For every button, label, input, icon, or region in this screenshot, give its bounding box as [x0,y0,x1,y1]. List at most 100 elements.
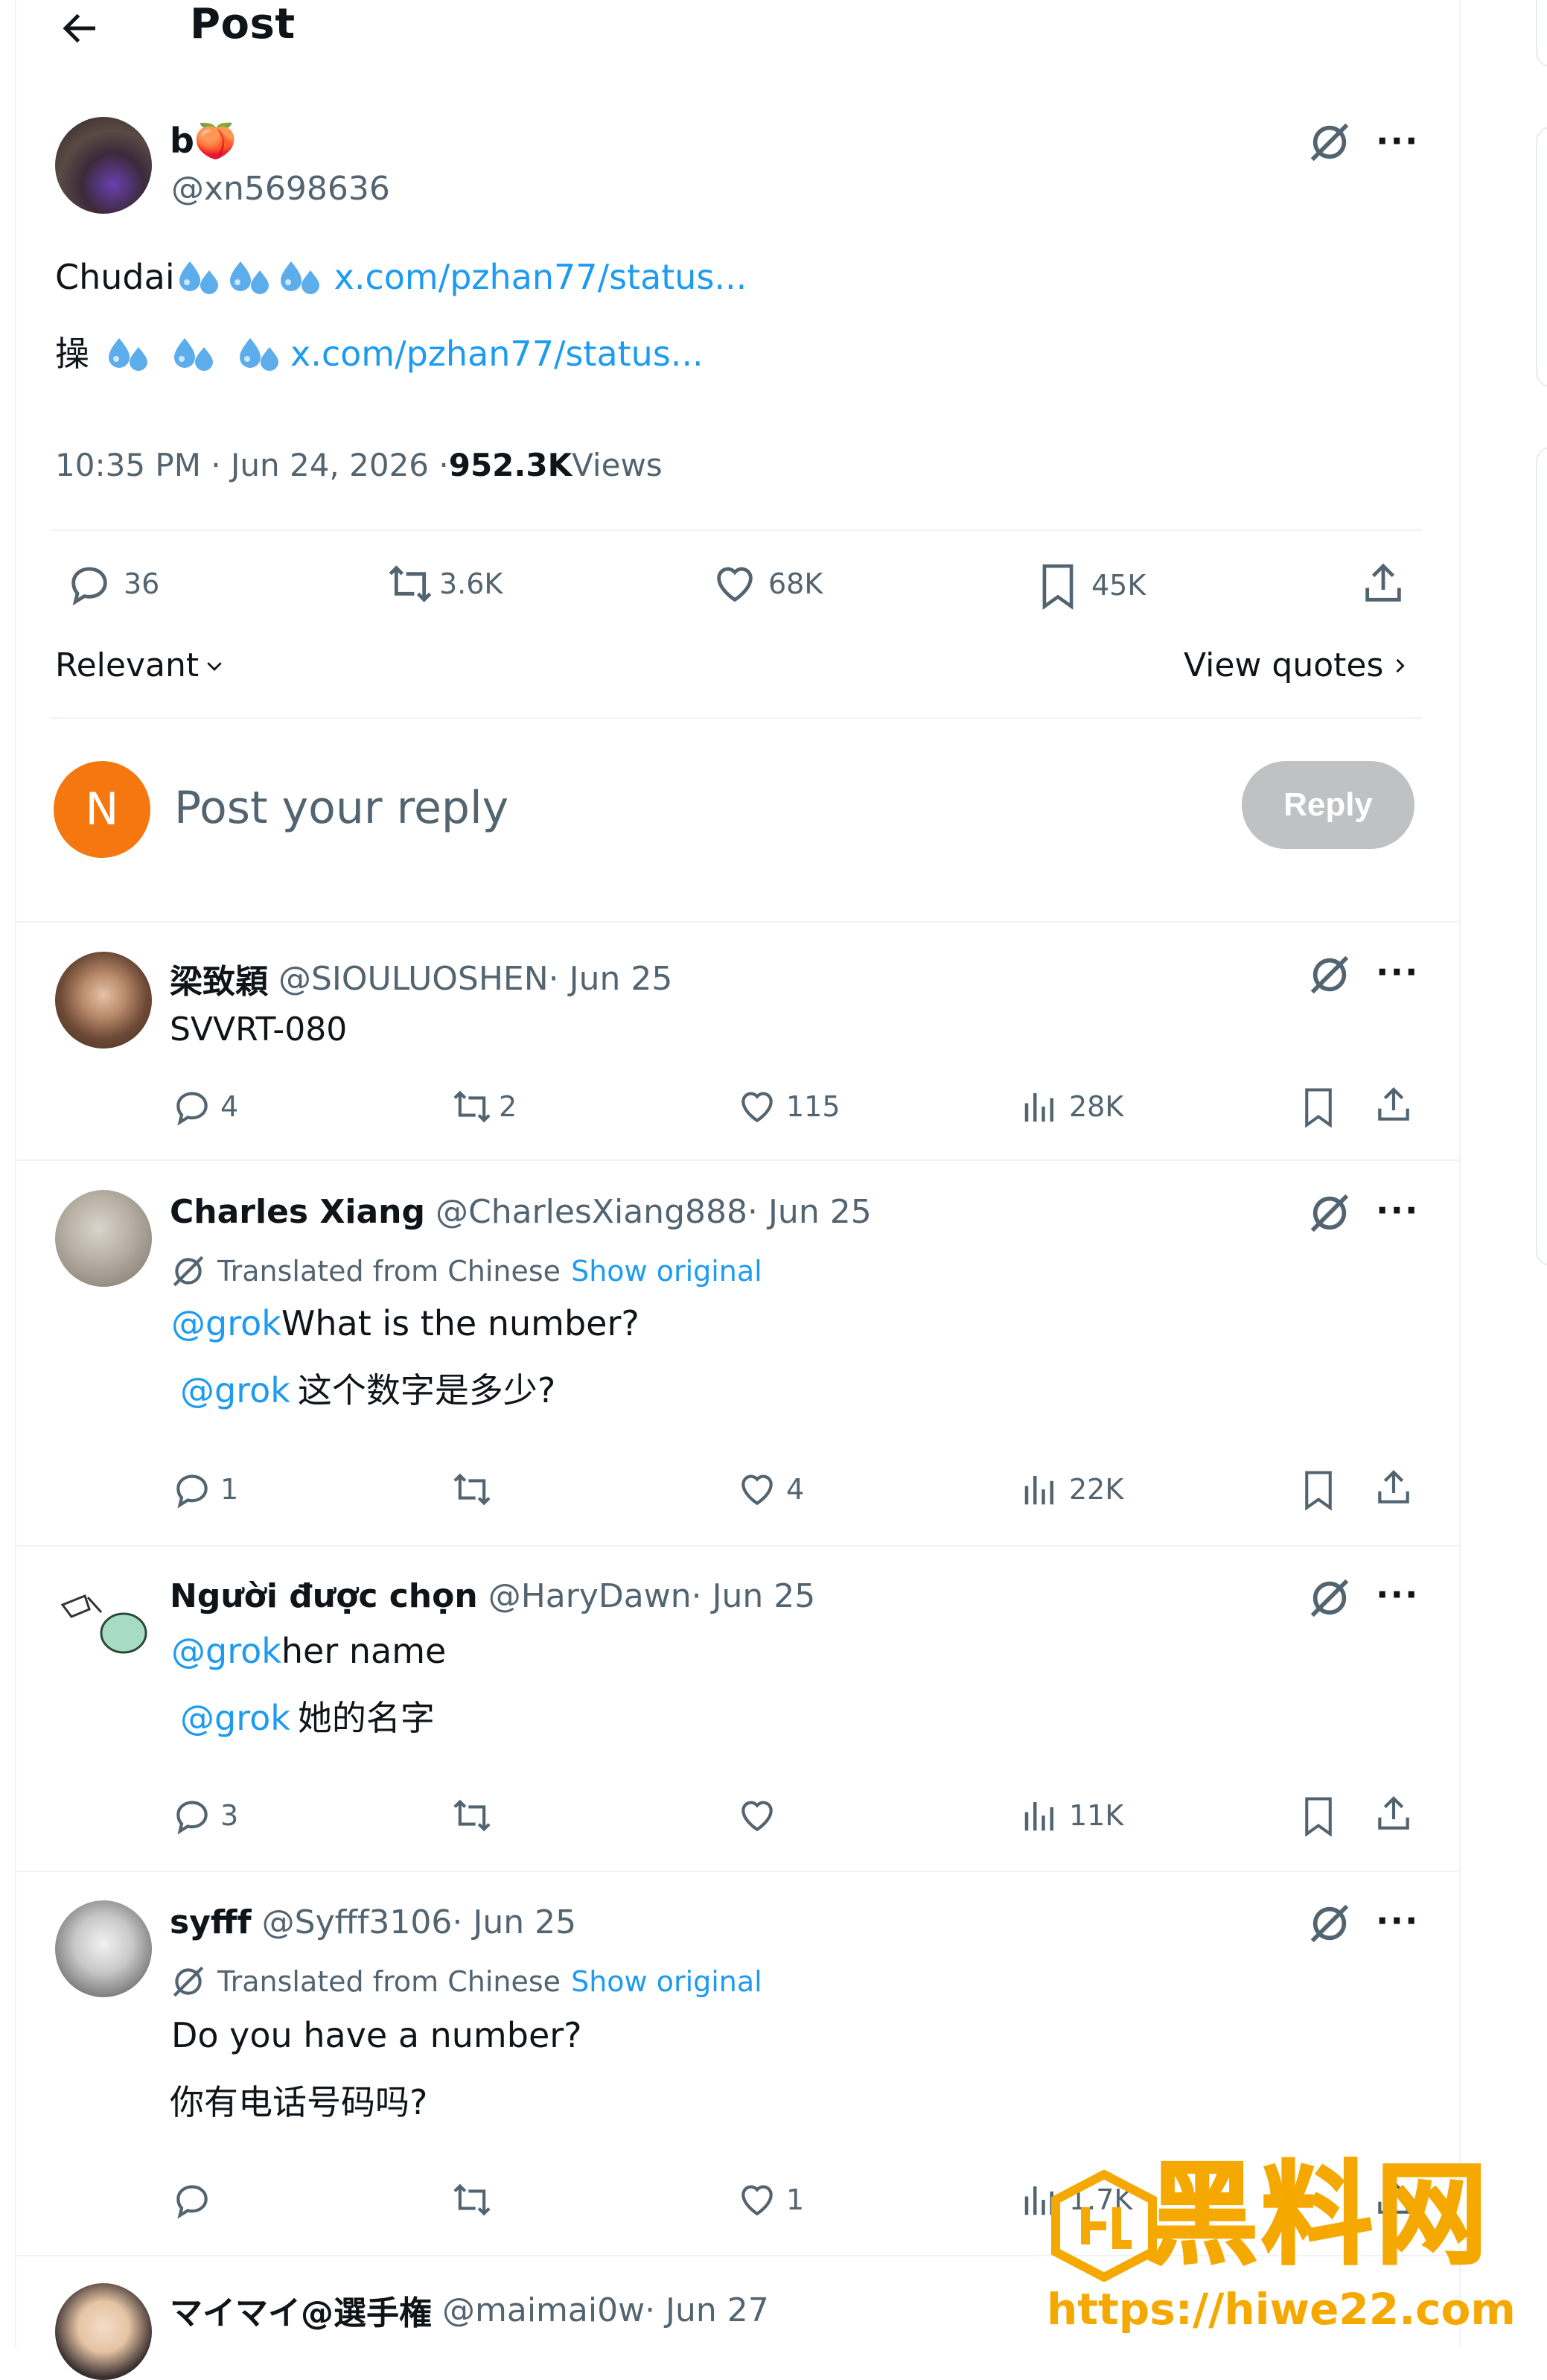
post-link[interactable]: x.com/pzhan77/status... [290,334,704,375]
reply-date[interactable]: · Jun 25 [692,1577,816,1615]
share-icon[interactable] [1373,1084,1414,1126]
reply-avatar[interactable] [55,1575,152,1672]
more-options-icon[interactable]: ··· [1376,1193,1419,1227]
grok-icon[interactable] [1307,1575,1353,1621]
author-avatar[interactable] [55,117,152,214]
mention-link[interactable]: @grok [180,1370,290,1411]
post-text: 操 [55,334,89,375]
mention-link[interactable]: @grok [171,1303,281,1344]
repost-icon[interactable] [450,2179,494,2221]
mention-link[interactable]: @grok [180,1698,290,1739]
heart-icon[interactable] [736,1795,779,1836]
reply-count: 3 [220,1799,239,1832]
views-count: 28K [1069,1090,1124,1123]
reply-date[interactable]: · Jun 27 [645,2291,769,2329]
sort-dropdown[interactable]: Relevant [55,646,226,684]
heart-icon [710,560,759,608]
grok-icon[interactable] [1307,1190,1353,1236]
reply-input[interactable]: Post your reply [174,782,508,834]
reply-text-body: What is the number? [281,1303,639,1343]
reply-handle[interactable]: @CharlesXiang888 [436,1193,747,1231]
reply-action[interactable]: 3 [171,1795,238,1836]
reply-button[interactable]: Reply [1242,761,1414,849]
views-action[interactable]: 11K [1020,1795,1123,1836]
like-count: 1 [786,2183,805,2216]
grok-icon[interactable] [1307,952,1353,998]
post-text-line-2: 操 x.com/pzhan77/status... [55,332,704,377]
reply-display-name[interactable]: 梁致穎 [170,955,268,1002]
heart-icon [736,1086,779,1127]
grok-icon[interactable] [1307,119,1353,165]
translated-label: Translated from Chinese [217,1255,561,1288]
show-original-link[interactable]: Show original [571,1965,762,1998]
bookmark-icon[interactable] [1298,1793,1339,1838]
reply-handle[interactable]: @maimai0w [442,2291,645,2329]
reply-avatar[interactable] [55,1900,152,1997]
reply-icon [171,1086,213,1127]
repost-icon[interactable] [450,1795,494,1836]
original-text: @grok 她的名字 [180,1698,435,1739]
original-text: 你有电话号码吗? [170,2082,428,2122]
grok-icon[interactable] [1307,1900,1353,1947]
reply-date[interactable]: · Jun 25 [747,1193,872,1231]
back-arrow-icon[interactable] [58,6,103,51]
heart-icon [736,1469,779,1510]
mention-link[interactable]: @grok [171,1631,281,1672]
author-handle[interactable]: @xn5698636 [171,170,390,208]
repost-icon[interactable] [450,1469,494,1510]
bookmark-count: 45K [1091,569,1146,602]
translation-note: Translated from Chinese Show original [170,1253,762,1290]
reply-display-name[interactable]: Charles Xiang [170,1193,425,1231]
post-link[interactable]: x.com/pzhan77/status... [334,257,747,298]
reply-icon[interactable] [171,2179,213,2221]
more-options-icon[interactable]: ··· [1376,124,1419,158]
like-action[interactable]: 1 [736,2179,804,2221]
reply-action[interactable]: 36 [66,560,159,608]
reply-handle[interactable]: @SIOULUOSHEN [278,960,549,998]
like-action[interactable]: 4 [736,1469,804,1510]
reply-handle[interactable]: @Syfff3106 [262,1903,453,1941]
bookmark-icon[interactable] [1298,1467,1339,1512]
composer-avatar[interactable]: N [54,761,150,858]
reply-handle[interactable]: @HaryDawn [488,1577,692,1615]
share-icon[interactable] [1373,1467,1414,1509]
repost-count: 2 [499,1090,517,1123]
composer-avatar-letter: N [85,783,119,836]
share-icon[interactable] [1359,560,1407,608]
views-count: 11K [1069,1799,1124,1832]
reply-avatar[interactable] [55,952,152,1049]
repost-action[interactable]: 3.6K [384,560,503,608]
reply-avatar[interactable] [55,1190,152,1287]
bookmark-icon[interactable] [1298,1084,1339,1129]
reply-action[interactable]: 1 [171,1469,238,1510]
reply-header: マイマイ@選手権 @maimai0w · Jun 27 [170,2286,769,2334]
post-text-line-1: Chudai x.com/pzhan77/status... [55,255,747,300]
reply-date[interactable]: · Jun 25 [452,1903,576,1941]
views-action[interactable]: 22K [1020,1469,1123,1510]
show-original-link[interactable]: Show original [571,1255,762,1288]
reply-display-name[interactable]: syfff [170,1903,252,1941]
watermark: 黑料网 https://hiwe22.com [1042,2159,1519,2338]
more-options-icon[interactable]: ··· [1376,955,1419,989]
like-action[interactable]: 115 [736,1086,841,1127]
views-count: 22K [1069,1473,1124,1506]
reply-display-name[interactable]: マイマイ@選手権 [170,2286,432,2334]
repost-count: 3.6K [439,567,503,600]
views-action[interactable]: 28K [1020,1086,1123,1127]
original-text: @grok 这个数字是多少? [180,1370,555,1411]
share-icon[interactable] [1373,1793,1414,1835]
like-action[interactable]: 68K [710,560,823,608]
reply-icon [171,1795,213,1836]
more-options-icon[interactable]: ··· [1376,1903,1419,1938]
reply-display-name[interactable]: Người được chọn [170,1577,478,1615]
view-quotes-link[interactable]: View quotes [1184,646,1410,684]
reply-avatar[interactable] [55,2283,152,2380]
bookmark-action[interactable]: 45K [1035,560,1146,611]
divider [51,529,1422,531]
author-display-name[interactable]: b🍑 [170,121,237,162]
reply-action[interactable]: 4 [171,1086,238,1127]
reply-date[interactable]: · Jun 25 [549,960,673,998]
more-options-icon[interactable]: ··· [1376,1577,1419,1611]
post-timestamp[interactable]: 10:35 PM · Jun 24, 2026 · [55,447,449,483]
repost-action[interactable]: 2 [450,1086,517,1127]
